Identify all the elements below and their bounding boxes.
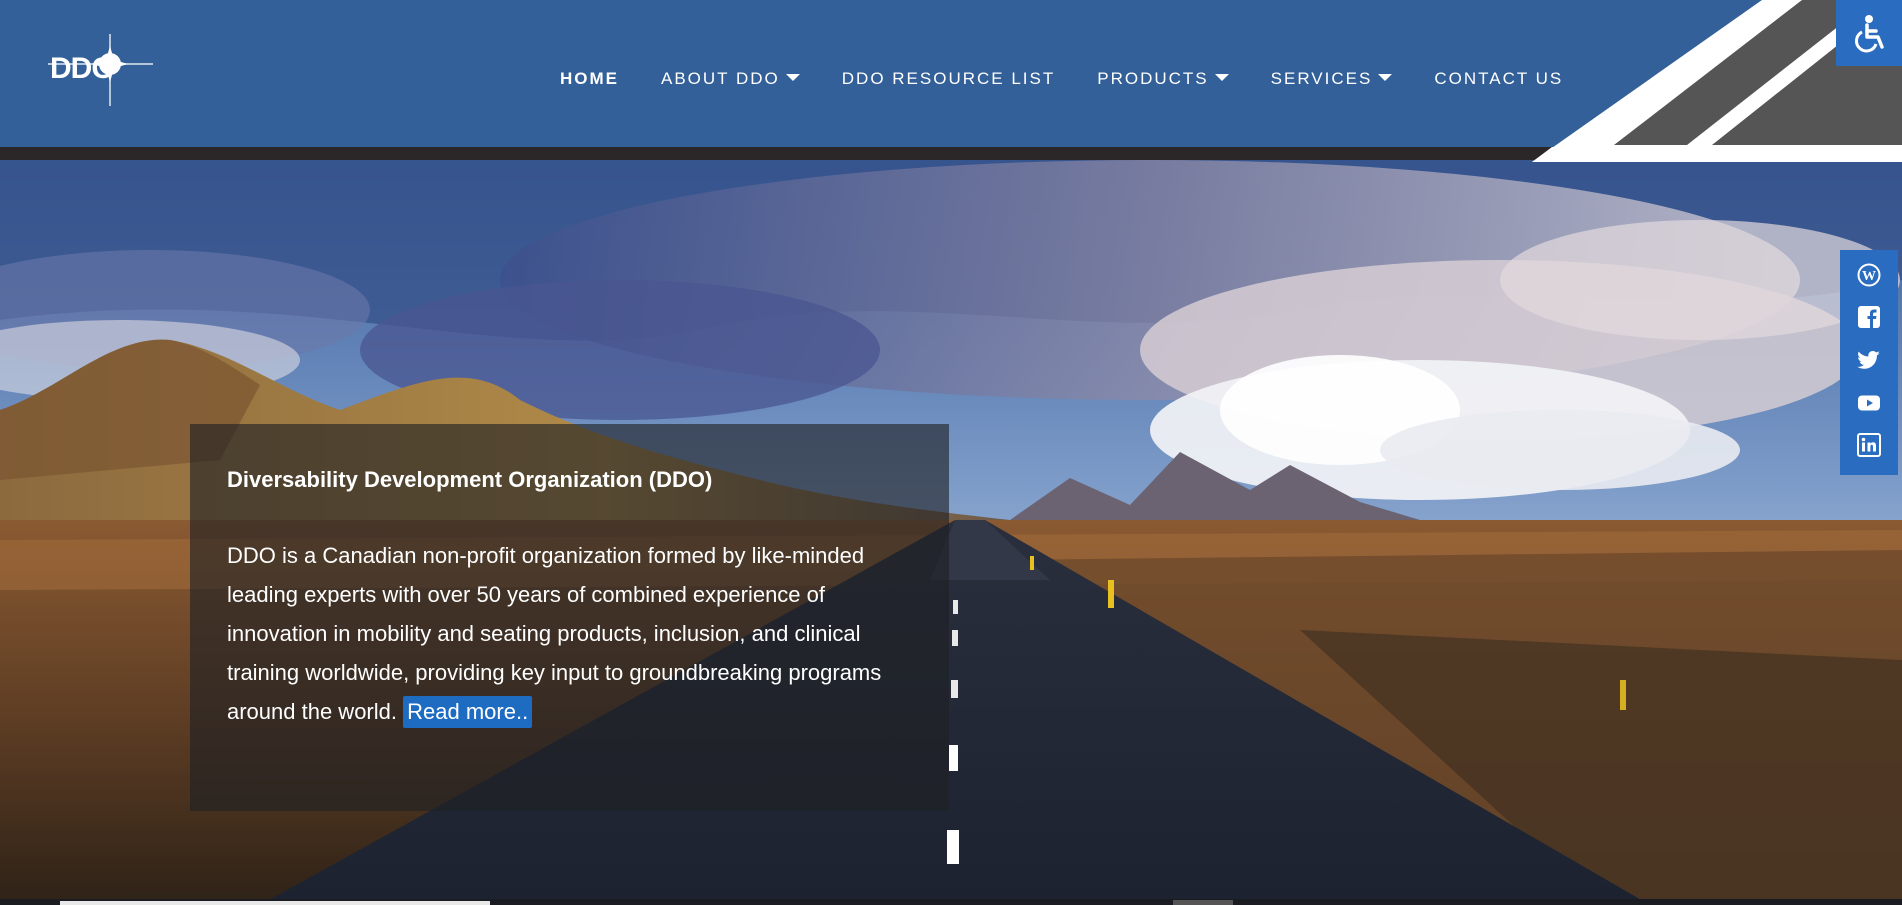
caret-down-icon xyxy=(1378,74,1393,81)
nav-item-resource-list[interactable]: DDO RESOURCE LIST xyxy=(842,69,1055,89)
hero-info-box: Diversability Development Organization (… xyxy=(190,424,949,811)
wordpress-icon[interactable]: W xyxy=(1856,262,1882,288)
slider-position-marker[interactable] xyxy=(1173,900,1233,905)
nav-item-services[interactable]: SERVICES xyxy=(1271,69,1393,89)
facebook-icon[interactable] xyxy=(1856,305,1882,331)
social-sidebar: W xyxy=(1840,250,1898,475)
caret-down-icon xyxy=(1214,74,1229,81)
slider-progress-indicator[interactable] xyxy=(60,901,490,905)
nav-item-label: DDO RESOURCE LIST xyxy=(841,69,1056,88)
nav-item-label: HOME xyxy=(560,69,619,88)
linkedin-icon[interactable] xyxy=(1856,432,1882,458)
nav-item-label: CONTACT US xyxy=(1434,69,1564,88)
twitter-icon[interactable] xyxy=(1856,347,1882,373)
main-navigation: HOME ABOUT DDO DDO RESOURCE LIST PRODUCT… xyxy=(560,66,1605,92)
read-more-link[interactable]: Read more.. xyxy=(403,696,533,728)
svg-text:W: W xyxy=(1862,269,1876,284)
ddo-logo[interactable]: DDO xyxy=(38,34,158,110)
hero-body-text: DDO is a Canadian non-profit organizatio… xyxy=(227,543,882,724)
nav-item-home[interactable]: HOME xyxy=(560,69,619,89)
nav-item-about[interactable]: ABOUT DDO xyxy=(661,69,800,89)
wheelchair-icon xyxy=(1854,15,1884,53)
nav-item-products[interactable]: PRODUCTS xyxy=(1097,69,1229,89)
caret-down-icon xyxy=(785,74,800,81)
nav-item-label: SERVICES xyxy=(1270,69,1373,88)
hero-description: DDO is a Canadian non-profit organizatio… xyxy=(227,536,907,731)
hero-title: Diversability Development Organization (… xyxy=(227,467,713,492)
nav-item-label: ABOUT DDO xyxy=(661,69,780,88)
nav-item-contact[interactable]: CONTACT US xyxy=(1434,69,1563,89)
nav-item-label: PRODUCTS xyxy=(1097,69,1209,88)
accessibility-button[interactable] xyxy=(1836,0,1902,66)
youtube-icon[interactable] xyxy=(1856,390,1882,416)
logo-text: DDO xyxy=(50,52,115,85)
